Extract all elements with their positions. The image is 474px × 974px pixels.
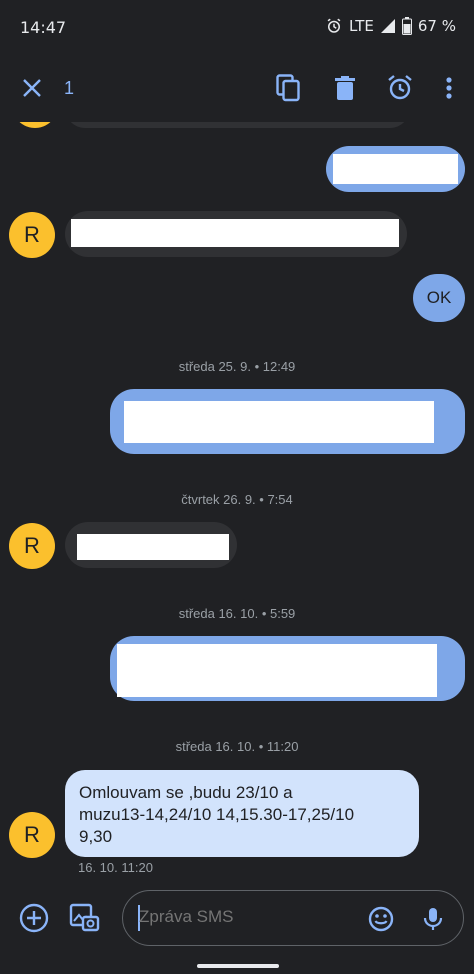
alarm-status-icon	[325, 17, 343, 35]
status-time: 14:47	[20, 18, 67, 37]
message-text-line: 9,30	[79, 827, 113, 846]
network-label: LTE	[348, 17, 374, 35]
status-indicators: LTE 67 %	[325, 17, 456, 35]
message-bubble-outgoing[interactable]	[110, 389, 465, 454]
home-indicator[interactable]	[197, 964, 279, 968]
message-bubble-outgoing[interactable]	[326, 146, 465, 192]
more-vert-icon[interactable]	[434, 73, 464, 103]
message-bubble-outgoing[interactable]: OK	[413, 274, 465, 322]
redacted-text	[124, 401, 434, 443]
message-timestamp: 16. 10. 11:20	[78, 860, 153, 875]
avatar[interactable]: R	[9, 812, 55, 858]
emoji-icon[interactable]	[367, 905, 395, 933]
selected-count: 1	[64, 78, 75, 98]
message-text: OK	[426, 288, 452, 307]
signal-icon	[380, 18, 396, 34]
add-attachment-icon[interactable]	[18, 902, 50, 934]
avatar[interactable]: R	[9, 212, 55, 258]
delete-icon[interactable]	[330, 73, 360, 103]
battery-icon	[401, 17, 412, 35]
avatar[interactable]: R	[9, 523, 55, 569]
redacted-text	[117, 644, 437, 697]
close-icon[interactable]	[17, 73, 47, 103]
redacted-text	[333, 154, 458, 184]
redacted-text	[77, 534, 229, 560]
message-bubble-selected[interactable]: Omlouvam se ,budu 23/10 a muzu13-14,24/1…	[65, 770, 419, 857]
battery-percent: 67 %	[417, 17, 456, 35]
timestamp-divider: středa 25. 9. • 12:49	[178, 359, 296, 374]
redacted-text	[71, 219, 399, 247]
message-bubble-incoming[interactable]	[65, 211, 407, 257]
message-bubble-outgoing[interactable]	[110, 636, 465, 701]
message-bubble-incoming[interactable]	[65, 522, 237, 568]
timestamp-divider: středa 16. 10. • 5:59	[178, 606, 296, 621]
sms-input[interactable]	[139, 907, 359, 927]
microphone-icon[interactable]	[419, 905, 447, 933]
message-text-line: muzu13-14,24/10 14,15.30-17,25/10	[79, 805, 355, 824]
timestamp-divider: středa 16. 10. • 11:20	[175, 739, 299, 754]
message-text-line: Omlouvam se ,budu 23/10 a	[79, 783, 293, 802]
timestamp-divider: čtvrtek 26. 9. • 7:54	[181, 492, 293, 507]
gallery-camera-icon[interactable]	[68, 902, 100, 934]
status-bar: 14:47 LTE 67 %	[0, 0, 474, 56]
copy-icon[interactable]	[274, 73, 304, 103]
alarm-icon[interactable]	[385, 73, 415, 103]
compose-field[interactable]	[122, 890, 464, 946]
